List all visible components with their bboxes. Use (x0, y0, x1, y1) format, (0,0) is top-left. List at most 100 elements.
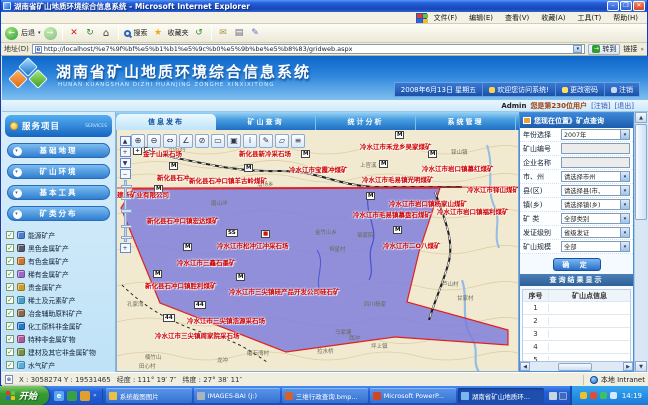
zoom-out-icon[interactable]: ⊖ (147, 134, 161, 148)
mine-marker[interactable]: M (428, 150, 437, 158)
mine-marker[interactable]: M (153, 270, 162, 278)
measure-icon[interactable]: ∠ (179, 134, 193, 148)
mine-label[interactable]: 冷水江市岩口镇慕红煤矿 (422, 163, 494, 173)
menu-item[interactable]: 工具(T) (573, 13, 607, 23)
mine-marker[interactable]: SS (226, 229, 238, 237)
layer-item[interactable]: 稀土及元素矿产 (2, 293, 115, 306)
main-tab[interactable]: 系统管理 (416, 114, 516, 130)
dropdown-arrow-icon[interactable]: ▾ (620, 214, 629, 223)
mine-marker[interactable]: M (183, 243, 192, 251)
tray-icon-2[interactable] (590, 392, 597, 399)
mine-marker[interactable]: M (379, 160, 388, 168)
sidebar-section-button[interactable]: ▾ 基本工具 (7, 185, 110, 200)
mine-marker[interactable]: M (301, 150, 310, 158)
mine-label[interactable]: 冷水江市三鑫石墨矿 (177, 257, 236, 267)
admin-exit-link[interactable]: [退出] (615, 101, 634, 111)
quicklaunch-chevron-icon[interactable]: » (93, 392, 97, 399)
dropdown-arrow-icon[interactable]: ▾ (620, 228, 629, 237)
main-tab[interactable]: 信息发布 (116, 114, 216, 130)
main-tab[interactable]: 矿山查询 (216, 114, 316, 130)
mine-marker[interactable]: + (133, 147, 142, 155)
address-input[interactable]: e http://localhost/%e7%9f%bf%e5%b1%b1%e5… (32, 44, 585, 54)
layer-item[interactable]: 能源矿产 (2, 228, 115, 241)
mine-label[interactable]: 冷水江市三尖镇硅产品开发公司硅石矿 (229, 286, 340, 296)
mine-marker[interactable]: M (169, 162, 178, 170)
admin-logout-link[interactable]: [注销] (591, 101, 610, 111)
start-button[interactable]: 开始 (0, 386, 49, 405)
zoom-out-button[interactable]: − (120, 169, 131, 179)
dropdown-arrow-icon[interactable]: ▾ (620, 130, 629, 139)
layer-item[interactable]: 化工原料非金属矿 (2, 319, 115, 332)
tray-icon-1[interactable] (580, 392, 587, 399)
mine-marker[interactable]: M (395, 131, 404, 139)
links-label[interactable]: 链接 (623, 44, 637, 54)
layers-icon[interactable]: ≡ (291, 134, 305, 148)
dropdown-arrow-icon[interactable]: ▾ (620, 172, 629, 181)
dropdown-arrow-icon[interactable]: ▾ (620, 186, 629, 195)
field-control[interactable]: ▾ (561, 157, 630, 168)
mine-label[interactable]: 冷水江市三尖镇浩源采石场 (187, 315, 265, 325)
layer-checkbox[interactable] (6, 270, 14, 278)
scroll-left-icon[interactable]: ◀ (520, 362, 530, 371)
layer-item[interactable]: 水气矿产 (2, 358, 115, 371)
mine-label[interactable]: 冷水江市毛易镇慕盘石煤矿 (353, 209, 431, 219)
mine-label[interactable]: 冷水江市宝霞冲煤矿 (289, 164, 348, 174)
map-view[interactable]: ⊕⊖⇔∠⊘▭▣i✎▱≡ ▲ + ▼ − + (116, 130, 519, 372)
clear-icon[interactable]: ⊘ (195, 134, 209, 148)
mine-marker[interactable]: M (393, 226, 402, 234)
menu-item[interactable]: 收藏(A) (536, 13, 570, 23)
media-quicklaunch-icon[interactable] (80, 391, 90, 401)
submit-button[interactable]: 确 定 (553, 258, 601, 271)
scroll-right-icon[interactable]: ▶ (623, 362, 633, 371)
scroll-thumb[interactable] (558, 363, 592, 371)
sidebar-section-button[interactable]: ▾ 基础地理 (7, 143, 110, 158)
taskbar-task[interactable]: 三维行政查询.bmp... (282, 388, 368, 403)
zoom-slider[interactable] (124, 180, 127, 242)
mine-label[interactable]: 新化县石冲 (157, 172, 190, 182)
layer-checkbox[interactable] (6, 244, 14, 252)
field-control[interactable]: 请选择县(市、 ▾ (561, 185, 630, 196)
layer-checkbox[interactable] (6, 283, 14, 291)
layer-checkbox[interactable] (6, 257, 14, 265)
erase-icon[interactable]: ▱ (275, 134, 289, 148)
back-button[interactable]: ← 后退 ▾ (5, 27, 41, 40)
desktop-quicklaunch-icon[interactable] (67, 391, 77, 401)
zoom-in-button[interactable]: + (120, 147, 131, 157)
tray-icon-4[interactable] (610, 392, 617, 399)
sidebar-section-button[interactable]: ▾ 矿类分布 (7, 206, 110, 221)
scroll-up-icon[interactable]: ▲ (635, 112, 647, 123)
forward-button[interactable]: → (44, 27, 57, 40)
mine-label[interactable]: 冷水江市二O八煤矿 (383, 240, 441, 250)
dropdown-arrow-icon[interactable]: ▾ (620, 200, 629, 209)
pan-down-button[interactable]: ▼ (120, 158, 131, 168)
minimize-button[interactable]: – (607, 1, 619, 11)
identify-icon[interactable]: i (243, 134, 257, 148)
refresh-button[interactable]: ↻ (84, 27, 97, 40)
page-vertical-scrollbar[interactable]: ▲ ▼ (634, 112, 646, 372)
layer-checkbox[interactable] (6, 348, 14, 356)
layer-checkbox[interactable] (6, 335, 14, 343)
layer-item[interactable]: 黑色金属矿产 (2, 241, 115, 254)
tray-icon-3[interactable] (600, 392, 607, 399)
layer-item[interactable]: 建材及其它非金属矿物 (2, 345, 115, 358)
main-tab[interactable]: 统计分析 (316, 114, 416, 130)
table-row[interactable]: 1 (523, 302, 630, 315)
taskbar-task[interactable]: 湖南省矿山地质环... (458, 388, 544, 403)
mail-button[interactable]: ✉ (217, 27, 230, 40)
search-button[interactable]: 搜索 (124, 28, 149, 38)
layer-checkbox[interactable] (6, 361, 14, 369)
history-button[interactable]: ↺ (193, 27, 206, 40)
table-row[interactable]: 4 (523, 341, 630, 354)
mine-label[interactable]: 新化县新冷采石场 (239, 148, 291, 158)
mine-label[interactable]: 新化县石冲口镇羊古岭煤矿 (189, 175, 267, 185)
layer-item[interactable]: 有色金属矿产 (2, 254, 115, 267)
draw-icon[interactable]: ✎ (259, 134, 273, 148)
menu-item[interactable]: 帮助(H) (608, 13, 643, 23)
field-control[interactable]: 2007年 ▾ (561, 129, 630, 140)
layer-checkbox[interactable] (6, 231, 14, 239)
field-control[interactable]: 全部类别 ▾ (561, 213, 630, 224)
mine-marker[interactable]: M (236, 273, 245, 281)
taskbar-task[interactable]: Microsoft PowerP... (370, 388, 456, 403)
mine-label[interactable]: 冷水江市松冲江冲采石场 (217, 240, 289, 250)
mine-marker[interactable]: 44 (163, 314, 175, 322)
